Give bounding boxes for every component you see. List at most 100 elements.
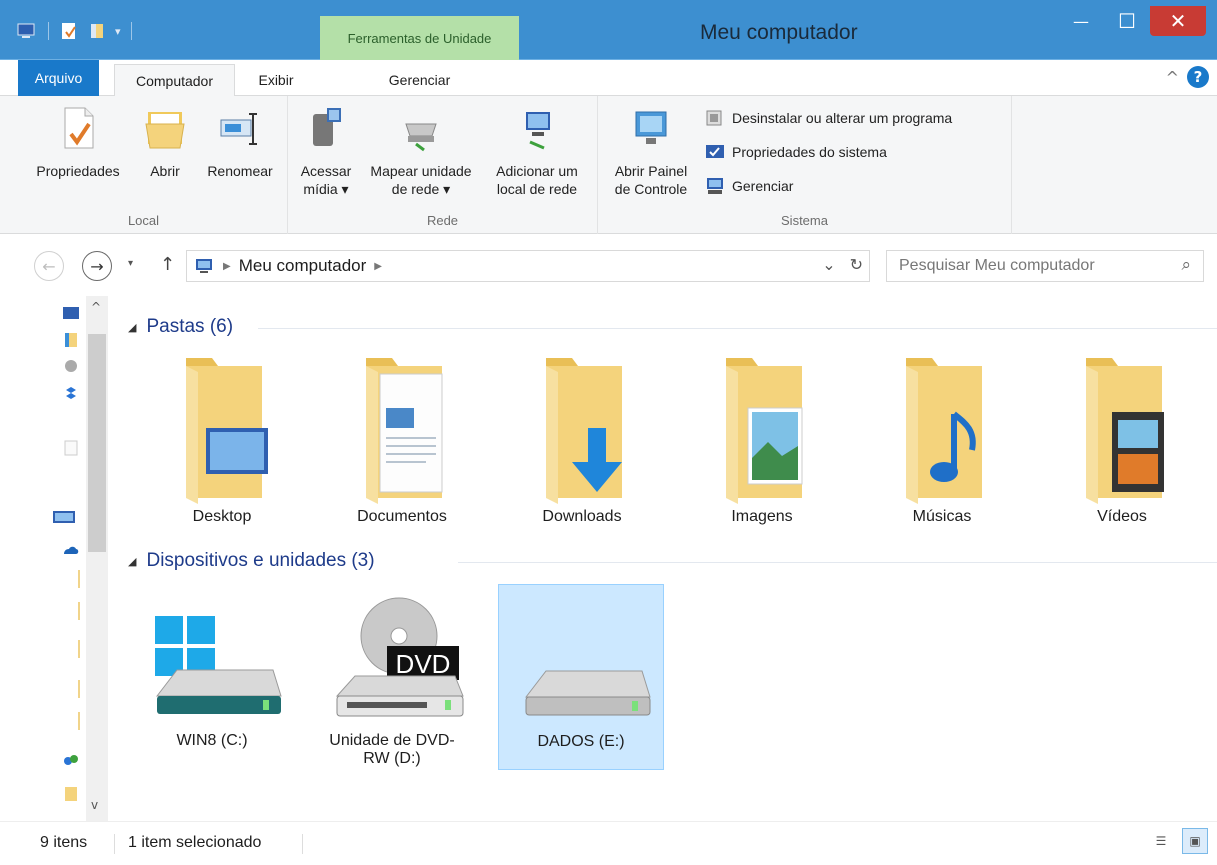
hard-drive-icon [524,670,651,716]
map-drive-label-2: de rede ▾ [391,181,451,197]
breadcrumb-separator-icon[interactable]: ▶ [223,261,231,272]
uninstall-program-button[interactable]: Desinstalar ou alterar um programa [704,108,952,128]
window-title: Meu computador [700,21,858,44]
videos-folder-icon [1086,358,1164,504]
network-icon[interactable] [62,358,80,374]
content-area: ◢ Pastas (6) Desktop Documentos Download… [112,296,1217,821]
search-icon[interactable]: ⌕ [1181,255,1191,275]
folders-heading: Pastas (6) [146,316,234,337]
refresh-icon[interactable]: ↻ [850,255,863,275]
section-divider [258,328,1217,329]
devices-section-header[interactable]: ◢ Dispositivos e unidades (3) [128,550,1217,572]
address-dropdown-icon[interactable]: ⌄ [822,255,835,275]
close-button[interactable]: ✕ [1150,6,1206,36]
navigation-pane: ^ v [0,296,112,821]
desktop-icon[interactable] [62,306,80,322]
downloads-icon[interactable] [62,332,80,348]
add-network-location-button[interactable]: Adicionar um local de rede [484,104,590,198]
details-view-icon[interactable]: ☰ [1148,828,1174,854]
nav-pane-scroll-thumb[interactable] [88,334,106,552]
navigation-bar: ← → ▾ ↑ ▶ Meu computador ▶ ⌄ ↻ Pesquisar… [0,236,1217,296]
control-panel-label-1: Abrir Painel [614,163,688,179]
collapse-triangle-icon[interactable]: ◢ [128,555,136,568]
up-arrow-icon[interactable]: ↑ [160,254,175,275]
manage-button[interactable]: Gerenciar [704,176,793,196]
access-media-button[interactable]: Acessar mídia ▾ [294,104,358,198]
system-properties-button[interactable]: Propriedades do sistema [704,142,887,162]
map-drive-label-1: Mapear unidade [370,163,472,179]
tree-line [78,712,80,730]
manage-label: Gerenciar [732,178,794,194]
scroll-down-icon[interactable]: v [91,798,98,812]
devices-heading: Dispositivos e unidades (3) [146,550,375,571]
this-pc-icon[interactable] [52,510,76,526]
folder-item-videos[interactable]: Vídeos [1042,348,1202,526]
map-network-drive-button[interactable]: Mapear unidade de rede ▾ [360,104,482,198]
contextual-tab-group-label: Ferramentas de Unidade [320,16,519,60]
open-button[interactable]: Abrir [136,104,194,180]
computer-icon[interactable] [16,22,38,40]
libraries-icon[interactable] [62,786,80,802]
drive-label: DADOS (E:) [537,733,625,750]
folders-section-header[interactable]: ◢ Pastas (6) [128,316,1217,338]
folder-item-desktop[interactable]: Desktop [142,348,302,526]
help-icon[interactable]: ? [1187,66,1209,88]
close-icon: ✕ [1169,9,1187,33]
network-drive-icon [405,123,437,152]
folder-item-documentos[interactable]: Documentos [322,348,482,526]
address-bar[interactable]: ▶ Meu computador ▶ ⌄ ↻ [186,250,870,282]
tab-computador[interactable]: Computador [114,64,235,97]
homegroup-icon[interactable] [62,752,80,768]
new-folder-icon[interactable] [87,22,109,40]
search-input[interactable]: Pesquisar Meu computador ⌕ [886,250,1204,282]
item-count: 9 itens [40,834,88,851]
properties-icon[interactable] [59,22,81,40]
drive-label: Unidade de DVD-RW (D:) [329,732,455,767]
title-bar: ▾ Ferramentas de Unidade Meu computador … [0,0,1217,60]
tree-line [78,640,80,658]
dropbox-icon[interactable] [62,384,80,400]
recent-locations-icon[interactable]: ▾ [128,258,133,269]
music-folder-icon [906,358,982,504]
uninstall-label: Desinstalar ou alterar um programa [732,110,953,126]
group-label-sistema: Sistema [781,213,828,228]
file-icon[interactable] [62,440,80,456]
collapse-ribbon-icon[interactable]: ^ [1166,68,1179,87]
dvd-drive-icon: DVD [335,597,464,717]
open-control-panel-button[interactable]: Abrir Painel de Controle [604,104,698,198]
ribbon-tabs: Arquivo Computador Exibir Gerenciar [0,60,1217,97]
tab-arquivo[interactable]: Arquivo [18,60,99,96]
folder-item-musicas[interactable]: Músicas [862,348,1022,526]
rename-button[interactable]: Renomear [198,104,282,180]
properties-button[interactable]: Propriedades [24,104,132,180]
qat-divider [130,22,132,40]
computer-icon [196,259,212,273]
folder-item-downloads[interactable]: Downloads [502,348,662,526]
large-icons-view-icon[interactable]: ▣ [1182,828,1208,854]
folder-label: Músicas [912,508,972,525]
forward-button[interactable]: → [82,251,112,281]
qat-customize-icon[interactable]: ▾ [115,25,121,38]
breadcrumb-location[interactable]: Meu computador [239,256,367,276]
status-divider [302,834,303,854]
drive-item-e[interactable]: DADOS (E:) [498,584,664,770]
onedrive-icon[interactable] [62,542,80,558]
folder-item-imagens[interactable]: Imagens [682,348,842,526]
scroll-up-icon[interactable]: ^ [91,300,101,314]
drive-item-d[interactable]: DVD Unidade de DVD-RW (D:) [312,596,472,792]
open-label: Abrir [150,163,180,179]
drive-item-c[interactable]: WIN8 (C:) [132,596,292,749]
system-properties-icon [706,145,724,158]
tab-exibir[interactable]: Exibir [245,64,307,96]
ribbon-group-rede: Acessar mídia ▾ Mapear unidade de rede ▾… [288,96,598,234]
drive-label: WIN8 (C:) [176,732,248,749]
collapse-triangle-icon[interactable]: ◢ [128,321,136,334]
open-folder-icon [145,112,185,149]
tree-line [78,570,80,588]
maximize-button[interactable]: ☐ [1110,6,1144,36]
minimize-button[interactable]: — [1064,6,1098,36]
back-button[interactable]: ← [34,251,64,281]
tab-gerenciar[interactable]: Gerenciar [320,64,519,96]
network-location-icon [526,112,550,150]
breadcrumb-separator-icon[interactable]: ▶ [374,261,382,272]
